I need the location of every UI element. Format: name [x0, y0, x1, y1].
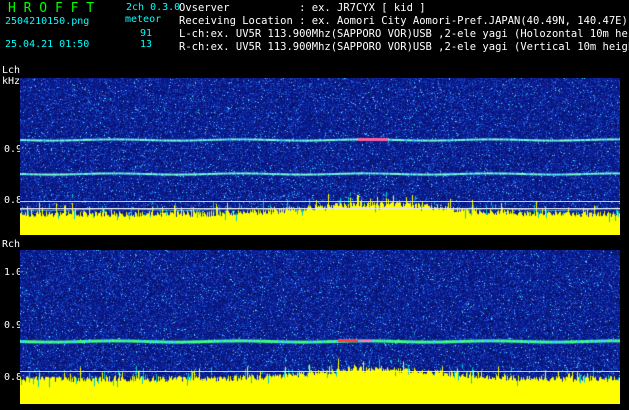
mode-label: 2ch 0.3.0: [126, 2, 181, 13]
datetime-label: 25.04.21 01:50: [5, 39, 90, 50]
lch-meteor-count: 91: [140, 28, 153, 39]
observer-info: Ovserver : ex. JR7CYX [ kid ]: [179, 2, 426, 14]
rch-panel-label: Rch: [2, 239, 21, 250]
filename-label: 2504210150.png: [5, 16, 90, 27]
meteor-label: meteor: [125, 14, 162, 25]
lch-cursor-line: [20, 201, 620, 202]
rch-spectrogram-canvas: [20, 250, 620, 404]
app-logo: H R O F F T: [8, 1, 95, 16]
rch-cursor-line: [20, 371, 620, 372]
lch-unit-label: kHz: [2, 76, 21, 87]
location-info: Receiving Location : ex. Aomori City Aom…: [179, 15, 628, 27]
lch-cursor-line: [20, 208, 620, 209]
lch-info: L-ch:ex. UV5R 113.900Mhz(SAPPORO VOR)USB…: [179, 28, 629, 40]
rch-meteor-count: 13: [140, 39, 153, 50]
rch-info: R-ch:ex. UV5R 113.900Mhz(SAPPORO VOR)USB…: [179, 41, 629, 53]
lch-spectrogram: [20, 78, 620, 235]
lch-spectrogram-canvas: [20, 78, 620, 235]
rch-spectrogram: [20, 250, 620, 404]
lch-panel-label: Lch: [2, 65, 21, 76]
